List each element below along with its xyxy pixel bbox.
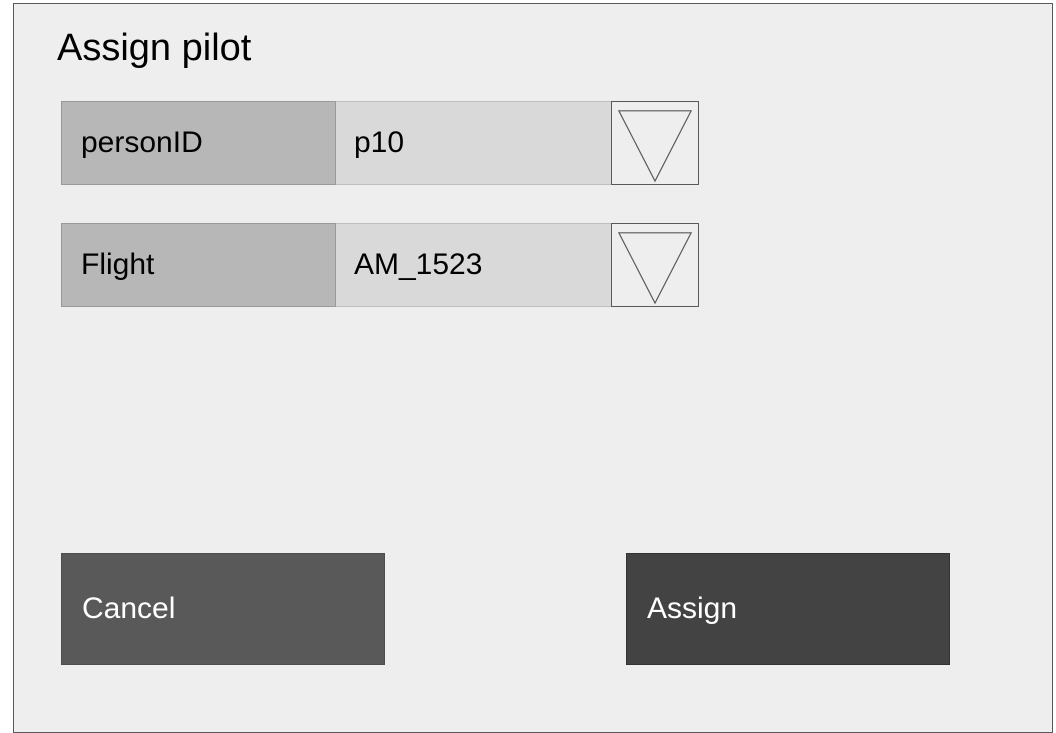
cancel-button[interactable]: Cancel [61,553,385,665]
flight-label: Flight [61,223,336,307]
triangle-down-icon [617,110,693,183]
flight-dropdown-button[interactable] [611,223,699,307]
dialog-title: Assign pilot [57,27,252,69]
flight-select[interactable]: AM_1523 [336,223,611,307]
person-id-label: personID [61,101,336,185]
assign-pilot-dialog: Assign pilot personID p10 Flight AM_1523… [13,3,1053,733]
flight-field: Flight AM_1523 [61,223,699,307]
triangle-down-icon [617,232,693,305]
assign-button[interactable]: Assign [626,553,950,665]
cancel-button-label: Cancel [82,592,176,625]
assign-button-label: Assign [647,592,738,625]
person-id-field: personID p10 [61,101,699,185]
person-id-dropdown-button[interactable] [611,101,699,185]
person-id-select[interactable]: p10 [336,101,611,185]
